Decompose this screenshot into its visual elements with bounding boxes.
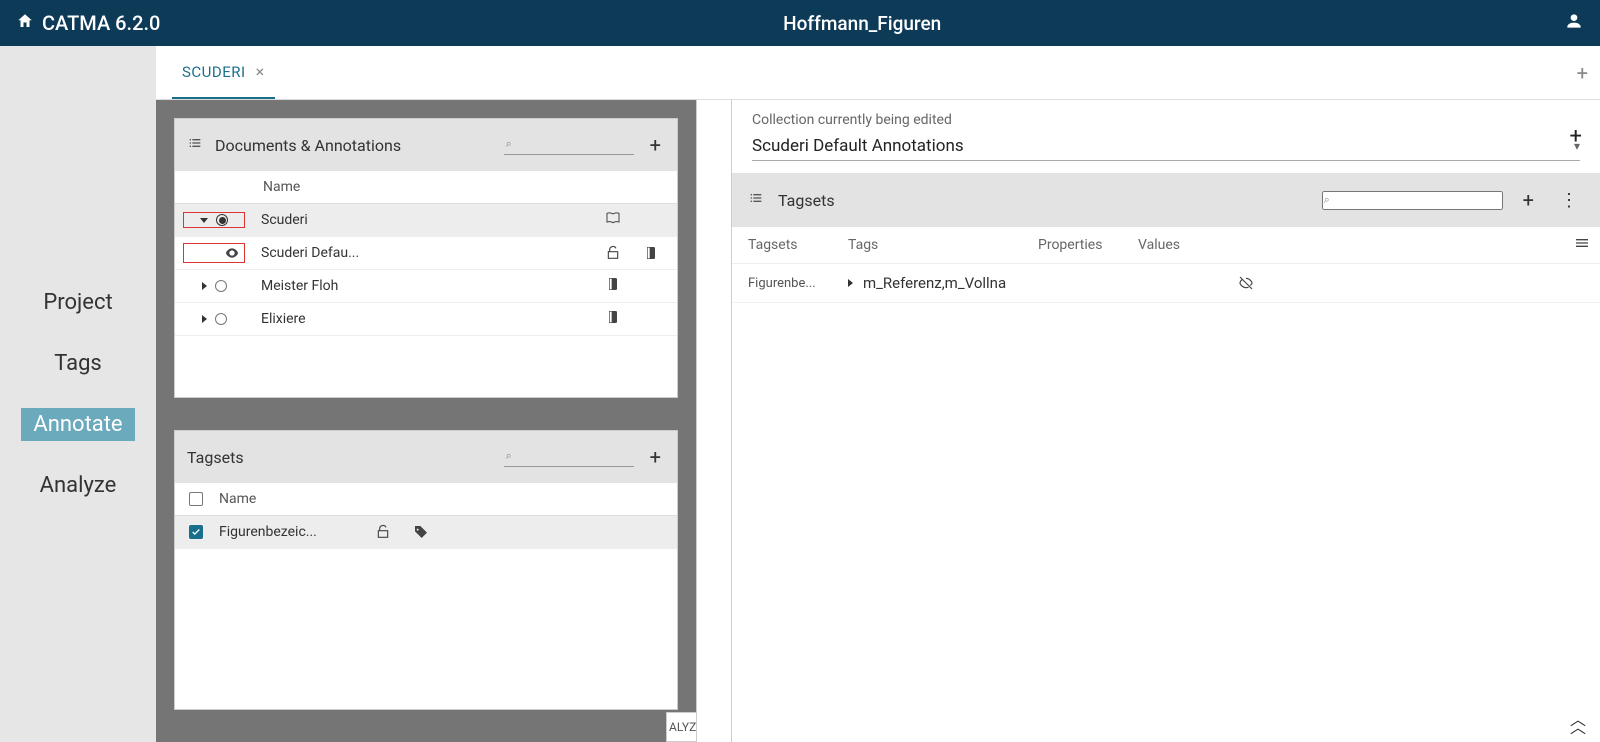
book-closed-icon	[643, 245, 659, 261]
doc-name: Scuderi Defau...	[253, 237, 597, 270]
book-closed-icon	[605, 276, 621, 292]
documents-panel-header: Documents & Annotations ⌕ +	[175, 119, 677, 171]
scroll-top-button[interactable]: ︿ ︿	[1570, 716, 1582, 732]
tagset-name: Figurenbezeic...	[219, 524, 359, 540]
user-icon	[1564, 19, 1584, 35]
caret-right-icon[interactable]	[202, 315, 207, 323]
radio-unselected-icon[interactable]	[215, 313, 227, 325]
search-icon: ⌕	[1324, 193, 1330, 207]
documents-panel-title: Documents & Annotations	[215, 136, 492, 155]
list-icon[interactable]	[187, 135, 203, 155]
right-tagsets-add-button[interactable]: +	[1517, 188, 1540, 212]
close-icon[interactable]: ×	[256, 62, 265, 81]
col-tagsets: Tagsets	[748, 237, 848, 253]
caret-down-icon[interactable]	[200, 218, 208, 223]
eye-off-icon[interactable]	[1238, 275, 1254, 291]
doc-name: Elixiere	[253, 303, 597, 336]
col-values: Values	[1138, 237, 1584, 253]
doc-row-scuderi-default[interactable]: Scuderi Defau...	[175, 237, 677, 270]
tab-scuderi[interactable]: SCUDERI ×	[172, 46, 275, 99]
book-closed-icon	[605, 309, 621, 325]
right-tagsets-title: Tagsets	[778, 191, 1308, 210]
caret-right-icon[interactable]	[848, 279, 853, 287]
tagsets-title: Tagsets	[187, 448, 492, 467]
tagset-row[interactable]: Figurenbezeic...	[175, 516, 677, 549]
analyze-peek: ALYZ	[666, 712, 700, 742]
collection-value: Scuderi Default Annotations	[752, 136, 1574, 156]
add-tab-button[interactable]: +	[1577, 61, 1588, 85]
side-nav: Project Tags Annotate Analyze	[0, 46, 156, 742]
documents-panel: Documents & Annotations ⌕ + Name	[174, 118, 678, 398]
column-name: Name	[253, 171, 597, 204]
doc-row-elixiere[interactable]: Elixiere	[175, 303, 677, 336]
doc-name: Scuderi	[253, 204, 597, 237]
home-icon	[16, 11, 34, 35]
search-icon: ⌕	[506, 449, 512, 463]
project-title: Hoffmann_Figuren	[160, 12, 1564, 35]
nav-analyze[interactable]: Analyze	[28, 469, 129, 502]
tagsets-add-button[interactable]: +	[646, 445, 665, 469]
col-tags: Tags	[848, 237, 1038, 253]
more-menu-icon[interactable]: ⋮	[1554, 190, 1584, 211]
eye-icon[interactable]	[224, 245, 240, 261]
right-tagsets-search-input[interactable]	[1322, 191, 1503, 210]
unlock-icon	[375, 524, 391, 540]
brand-text: CATMA 6.2.0	[42, 11, 160, 35]
right-table-header: Tagsets Tags Properties Values	[732, 227, 1600, 264]
chevron-up-icon: ︿	[1570, 724, 1582, 732]
right-table-row[interactable]: Figurenbe... m_Referenz,m_Vollna	[732, 264, 1600, 303]
collection-dropdown[interactable]: Scuderi Default Annotations ▾	[752, 132, 1580, 161]
right-pane: Collection currently being edited Scuder…	[732, 100, 1600, 742]
tab-strip: SCUDERI × +	[156, 46, 1600, 100]
tab-label: SCUDERI	[182, 63, 246, 81]
col-properties: Properties	[1038, 237, 1138, 253]
top-bar: CATMA 6.2.0 Hoffmann_Figuren	[0, 0, 1600, 46]
tagsets-panel: Tagsets ⌕ + Name Figurenbezeic...	[174, 430, 678, 710]
caret-right-icon[interactable]	[202, 282, 207, 290]
documents-search-input[interactable]	[504, 135, 634, 155]
tag-icon	[413, 524, 429, 540]
row-tagset: Figurenbe...	[748, 276, 848, 291]
doc-row-meister-floh[interactable]: Meister Floh	[175, 270, 677, 303]
doc-name: Meister Floh	[253, 270, 597, 303]
collection-add-button[interactable]: +	[1570, 124, 1582, 149]
menu-icon[interactable]	[1574, 235, 1590, 251]
tagsets-panel-header: Tagsets ⌕ +	[175, 431, 677, 483]
search-icon: ⌕	[506, 137, 512, 151]
column-name: Name	[219, 491, 256, 507]
documents-add-button[interactable]: +	[646, 133, 665, 157]
tagsets-search-input[interactable]	[504, 447, 634, 467]
divider-strip	[696, 100, 732, 742]
doc-row-scuderi[interactable]: Scuderi	[175, 204, 677, 237]
documents-table: Name	[175, 171, 677, 336]
left-pane: Documents & Annotations ⌕ + Name	[156, 100, 696, 742]
book-open-icon	[605, 210, 621, 226]
brand[interactable]: CATMA 6.2.0	[16, 11, 160, 35]
collection-label: Collection currently being edited	[752, 112, 1580, 128]
right-tagsets-header: Tagsets ⌕ + ⋮	[732, 173, 1600, 227]
user-menu[interactable]	[1564, 11, 1584, 35]
row-tags: m_Referenz,m_Vollna	[863, 274, 1006, 292]
radio-unselected-icon[interactable]	[215, 280, 227, 292]
nav-annotate[interactable]: Annotate	[21, 408, 134, 441]
radio-selected-icon[interactable]	[216, 214, 228, 226]
tagsets-table-header: Name	[175, 483, 677, 516]
list-icon[interactable]	[748, 190, 764, 210]
checkbox-all[interactable]	[189, 492, 203, 506]
nav-project[interactable]: Project	[31, 286, 124, 319]
checkbox-checked-icon[interactable]	[189, 525, 203, 539]
nav-tags[interactable]: Tags	[42, 347, 114, 380]
unlock-icon	[605, 245, 621, 261]
